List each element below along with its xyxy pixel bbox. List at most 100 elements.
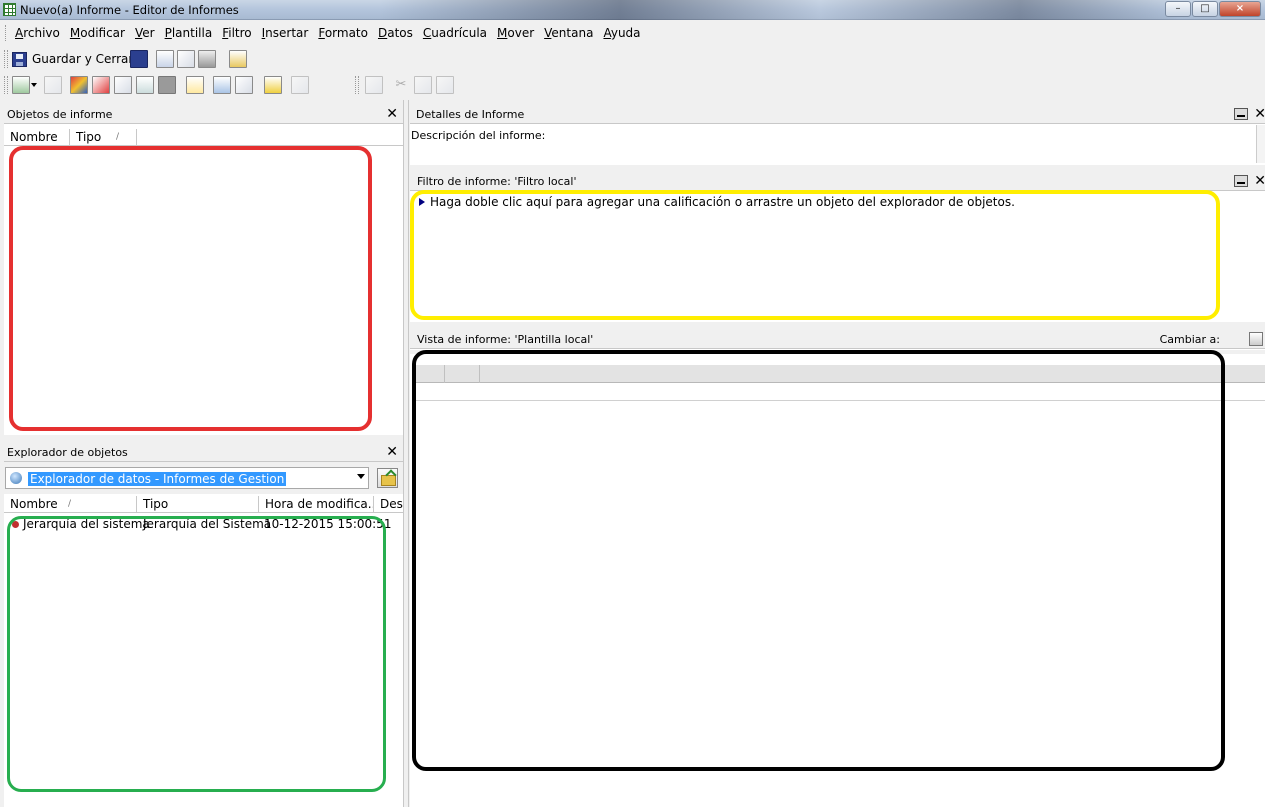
report-view-panel: Vista de informe: 'Plantilla local' Camb… (410, 330, 1265, 807)
column-header-type[interactable]: Tipo (137, 496, 259, 513)
chevron-down-icon[interactable] (31, 76, 39, 94)
menu-item-ventana[interactable]: Ventana (539, 26, 598, 40)
close-icon[interactable]: ✕ (386, 443, 398, 461)
window-controls: – □ × (1165, 1, 1261, 17)
column-header-name[interactable]: Nombre (4, 129, 70, 146)
report-objects-header: Objetos de informe ✕ (4, 105, 403, 124)
format-icon[interactable] (365, 76, 383, 94)
report-grid-header (414, 365, 1265, 383)
table-row[interactable]: Jerarquía del sistema Jerarquía del Sist… (10, 516, 403, 532)
save-icon (12, 51, 27, 67)
parent-folder-button[interactable] (377, 468, 398, 488)
menu-items: Archivo Modificar Ver Plantilla Filtro Insert… (10, 26, 646, 40)
filter-bullet-icon (419, 198, 425, 206)
grid-options-icon[interactable] (44, 76, 62, 94)
properties-icon[interactable] (229, 50, 247, 68)
column-header-name[interactable]: Nombre / (4, 496, 137, 513)
menu-item-datos[interactable]: Datos (373, 26, 418, 40)
menu-item-cuadrícula[interactable]: Cuadrícula (418, 26, 492, 40)
menu-item-ver[interactable]: Ver (130, 26, 160, 40)
report-view-header: Vista de informe: 'Plantilla local' Camb… (410, 330, 1265, 349)
row-type: Jerarquía del Sistema (143, 517, 272, 531)
data-source-select[interactable]: Explorador de datos - Informes de Gestio… (5, 467, 369, 489)
menu-item-archivo[interactable]: Archivo (10, 26, 65, 40)
close-icon[interactable]: ✕ (1254, 105, 1265, 123)
title-bar: Nuevo(a) Informe - Editor de Informes – … (0, 0, 1265, 20)
close-icon[interactable]: ✕ (386, 105, 398, 123)
close-icon[interactable]: ✕ (1254, 172, 1265, 190)
report-details-header: Detalles de Informe ✕ (410, 105, 1265, 124)
switch-to-label: Cambiar a: (1159, 333, 1220, 346)
description-scrollbar[interactable] (1256, 125, 1265, 163)
menu-item-ayuda[interactable]: Ayuda (598, 26, 645, 40)
panel-title: Vista de informe: 'Plantilla local' (417, 333, 594, 346)
copy-icon[interactable] (414, 76, 432, 94)
column-header-type[interactable]: Tipo / (70, 129, 137, 146)
window-title: Nuevo(a) Informe - Editor de Informes (20, 3, 239, 17)
toolbar-grip[interactable] (355, 76, 359, 94)
object-explorer-columns: Nombre/ Tipo Hora de modifica... Desc (4, 496, 403, 513)
vertical-splitter[interactable] (403, 100, 409, 807)
grid-view-icon[interactable] (12, 76, 30, 94)
switch-view-icon[interactable] (1249, 332, 1263, 346)
filter-icon[interactable] (136, 76, 154, 94)
stop-icon[interactable] (158, 76, 176, 94)
toolbar-grip[interactable] (4, 76, 8, 94)
goto-icon[interactable] (235, 76, 253, 94)
menu-item-formato[interactable]: Formato (313, 26, 373, 40)
sql-icon[interactable] (264, 76, 282, 94)
details-panel-icon[interactable] (114, 76, 132, 94)
save-icon[interactable] (130, 50, 148, 68)
menu-bar: Archivo Modificar Ver Plantilla Filtro Insert… (0, 21, 1265, 45)
minimize-panel-icon[interactable] (1234, 108, 1248, 120)
row-modified: 10-12-2015 15:00:51 (264, 517, 392, 531)
report-toolbar: ✂ (0, 72, 1265, 97)
grid-header-cell[interactable] (445, 365, 480, 383)
description-label: Descripción del informe: (411, 129, 546, 142)
object-explorer-header: Explorador de objetos ✕ (4, 443, 403, 462)
menu-item-insertar[interactable]: Insertar (257, 26, 314, 40)
toolbar-grip[interactable] (4, 50, 8, 68)
menu-item-mover[interactable]: Mover (492, 26, 539, 40)
menu-item-plantilla[interactable]: Plantilla (160, 26, 218, 40)
filter-panel-icon[interactable] (92, 76, 110, 94)
sort-indicator: / (68, 499, 72, 509)
menu-item-filtro[interactable]: Filtro (217, 26, 256, 40)
panel-title: Detalles de Informe (416, 108, 525, 121)
save-and-close-label: Guardar y Cerrar (32, 52, 134, 66)
minimize-panel-icon[interactable] (1234, 175, 1248, 187)
objects-panel-icon[interactable] (70, 76, 88, 94)
panel-title: Objetos de informe (7, 108, 113, 121)
menu-grip[interactable] (5, 25, 8, 41)
standard-toolbar: Guardar y Cerrar (0, 46, 1265, 71)
grid-corner-cell[interactable] (414, 365, 445, 383)
data-source-value: Explorador de datos - Informes de Gestio… (28, 472, 287, 486)
report-filter-header: Filtro de informe: 'Filtro local' ✕ (410, 172, 1265, 191)
open-book-icon[interactable] (156, 50, 174, 68)
sort-indicator: / (116, 132, 120, 142)
print-icon[interactable] (198, 50, 216, 68)
grid-app-icon (3, 3, 16, 16)
view-toolbar-strip (410, 350, 1265, 354)
export-icon[interactable] (291, 76, 309, 94)
zoom-icon[interactable] (213, 76, 231, 94)
panel-title: Explorador de objetos (7, 446, 128, 459)
filter-hint[interactable]: Haga doble clic aquí para agregar una ca… (430, 195, 1015, 209)
column-header-description[interactable]: Desc (374, 496, 403, 513)
title-bar-shade (380, 0, 1180, 20)
menu-item-modificar[interactable]: Modificar (65, 26, 130, 40)
maximize-button[interactable]: □ (1192, 1, 1218, 17)
save-and-close-button[interactable]: Guardar y Cerrar (12, 50, 133, 68)
hierarchy-icon (12, 521, 19, 528)
paste-icon[interactable] (436, 76, 454, 94)
globe-icon (10, 472, 22, 484)
page-icon[interactable] (186, 76, 204, 94)
object-explorer-panel: Explorador de objetos ✕ Nombre / Tipo Hor… (4, 443, 403, 807)
column-header-modified[interactable]: Hora de modifica... (259, 496, 374, 513)
cut-icon[interactable]: ✂ (392, 76, 410, 94)
print-preview-icon[interactable] (177, 50, 195, 68)
report-objects-panel: Objetos de informe ✕ Nombre Tipo / (4, 105, 403, 435)
close-button[interactable]: × (1219, 1, 1261, 17)
minimize-button[interactable]: – (1165, 1, 1191, 17)
chevron-down-icon[interactable] (357, 474, 365, 479)
